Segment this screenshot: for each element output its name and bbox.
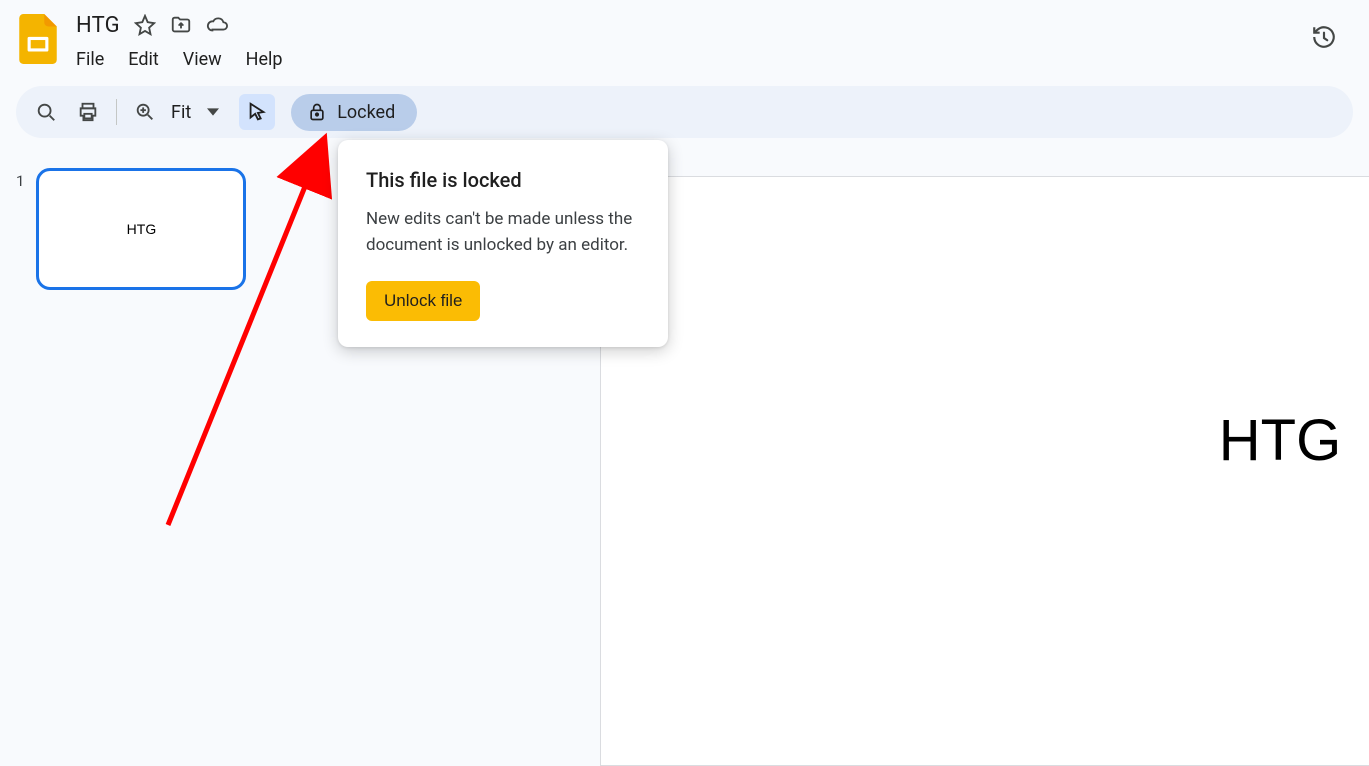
select-tool-icon[interactable] bbox=[239, 94, 275, 130]
menu-edit[interactable]: Edit bbox=[118, 45, 168, 74]
menu-view[interactable]: View bbox=[173, 45, 232, 74]
menu-file[interactable]: File bbox=[74, 45, 114, 74]
zoom-icon[interactable] bbox=[127, 94, 163, 130]
popover-title: This file is locked bbox=[366, 168, 640, 192]
move-folder-icon[interactable] bbox=[170, 14, 192, 36]
menu-help[interactable]: Help bbox=[236, 45, 293, 74]
zoom-level-label[interactable]: Fit bbox=[165, 102, 197, 123]
zoom-dropdown-icon[interactable] bbox=[199, 106, 227, 118]
toolbar-separator bbox=[116, 99, 117, 125]
popover-body: New edits can't be made unless the docum… bbox=[366, 206, 640, 259]
star-icon[interactable] bbox=[134, 14, 156, 36]
toolbar: Fit Locked bbox=[16, 86, 1353, 138]
version-history-icon[interactable] bbox=[1303, 16, 1345, 58]
menu-bar: File Edit View Help bbox=[74, 42, 1303, 76]
search-icon[interactable] bbox=[28, 94, 64, 130]
locked-popover: This file is locked New edits can't be m… bbox=[338, 140, 668, 347]
locked-label: Locked bbox=[337, 102, 395, 123]
slides-logo[interactable] bbox=[16, 10, 60, 68]
unlock-file-button[interactable]: Unlock file bbox=[366, 281, 480, 321]
thumbnail-content-text: HTG bbox=[127, 221, 157, 237]
locked-pill[interactable]: Locked bbox=[291, 94, 417, 131]
slide-canvas[interactable]: HTG bbox=[600, 176, 1369, 766]
slide-thumbnail-panel: 1 HTG bbox=[0, 148, 290, 765]
document-title[interactable]: HTG bbox=[74, 13, 120, 38]
slide-thumbnail[interactable]: HTG bbox=[36, 168, 246, 290]
cloud-status-icon[interactable] bbox=[206, 14, 228, 36]
slide-title-text: HTG bbox=[1219, 407, 1341, 474]
print-icon[interactable] bbox=[70, 94, 106, 130]
lock-icon bbox=[307, 102, 327, 122]
slide-number: 1 bbox=[16, 168, 24, 190]
